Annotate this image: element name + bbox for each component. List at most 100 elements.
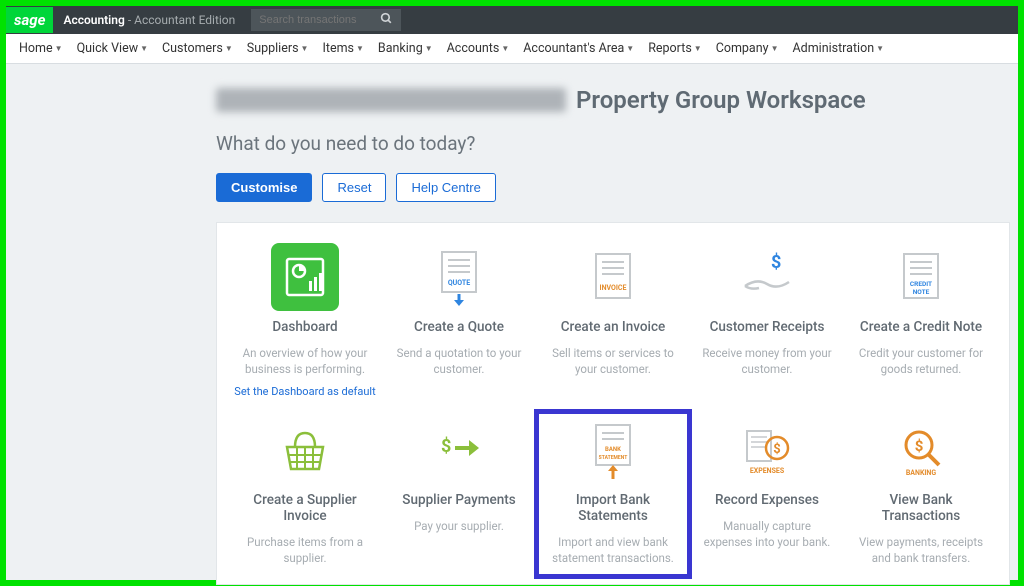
menu-label: Suppliers: [247, 41, 299, 56]
menu-item-customers[interactable]: Customers▼: [155, 41, 240, 56]
hero-area: Property Group Workspace What do you nee…: [6, 64, 1018, 202]
svg-text:CREDIT: CREDIT: [910, 280, 932, 288]
card-create-a-quote[interactable]: QUOTE Create a Quote Send a quotation to y…: [383, 239, 535, 408]
search-icon[interactable]: [380, 12, 393, 29]
menu-item-administration[interactable]: Administration▼: [785, 41, 891, 56]
credit-note-icon: CREDITNOTE: [896, 250, 946, 304]
svg-text:BANKING: BANKING: [906, 469, 937, 477]
chevron-down-icon: ▼: [55, 44, 63, 53]
brand-main: Accounting: [63, 13, 124, 27]
chevron-down-icon: ▼: [626, 44, 634, 53]
brand-sub: - Accountant Edition: [125, 13, 235, 27]
chevron-down-icon: ▼: [301, 44, 309, 53]
card-view-bank-transactions[interactable]: $ BANKING View Bank Transactions View payme…: [845, 412, 997, 576]
menu-item-accounts[interactable]: Accounts▼: [440, 41, 517, 56]
set-dashboard-default-link[interactable]: Set the Dashboard as default: [234, 385, 375, 398]
card-title: Create a Supplier Invoice: [233, 492, 377, 524]
banking-icon: $ BANKING: [891, 423, 951, 478]
menu-bar: Home▼Quick View▼Customers▼Suppliers▼Item…: [6, 34, 1018, 64]
card-description: Send a quotation to your customer.: [387, 345, 531, 377]
chevron-down-icon: ▼: [425, 44, 433, 53]
card-description: Credit your customer for goods returned.: [849, 345, 993, 377]
card-create-a-credit-note[interactable]: CREDITNOTECreate a Credit NoteCredit you…: [845, 239, 997, 408]
chevron-down-icon: ▼: [356, 44, 364, 53]
card-description: Receive money from your customer.: [695, 345, 839, 377]
dashboard-icon: [271, 243, 339, 311]
basket-icon: [275, 425, 335, 475]
chevron-down-icon: ▼: [140, 44, 148, 53]
svg-text:INVOICE: INVOICE: [600, 284, 627, 292]
card-description: Sell items or services to your customer.: [541, 345, 685, 377]
customer-receipts-icon: $: [737, 252, 797, 302]
card-title: View Bank Transactions: [849, 492, 993, 524]
menu-label: Reports: [648, 41, 692, 56]
card-description: An overview of how your business is perf…: [233, 345, 377, 377]
topbar: sage Accounting - Accountant Edition: [6, 6, 1018, 34]
menu-label: Quick View: [77, 41, 139, 56]
card-create-a-supplier-invoice[interactable]: Create a Supplier Invoice Purchase items …: [229, 412, 381, 576]
card-title: Create an Invoice: [561, 319, 666, 335]
hero-title-row: Property Group Workspace: [216, 86, 988, 114]
menu-item-items[interactable]: Items▼: [315, 41, 370, 56]
svg-text:$: $: [915, 437, 924, 455]
card-supplier-payments[interactable]: $ Supplier Payments Pay your supplier.: [383, 412, 535, 576]
brand-segment: Accounting - Accountant Edition: [53, 13, 245, 27]
menu-label: Banking: [378, 41, 423, 56]
quote-icon: QUOTE: [434, 248, 484, 306]
card-customer-receipts[interactable]: $ Customer Receipts Receive money from you…: [691, 239, 843, 408]
search-box[interactable]: [251, 9, 401, 31]
card-record-expenses[interactable]: $ EXPENSES Record Expenses Manually capture…: [691, 412, 843, 576]
menu-item-suppliers[interactable]: Suppliers▼: [240, 41, 316, 56]
chevron-down-icon: ▼: [225, 44, 233, 53]
redacted-company-name: [216, 88, 566, 112]
svg-text:$: $: [441, 436, 451, 457]
menu-label: Accounts: [447, 41, 500, 56]
menu-item-home[interactable]: Home▼: [12, 41, 70, 56]
menu-item-banking[interactable]: Banking▼: [371, 41, 440, 56]
chevron-down-icon: ▼: [694, 44, 702, 53]
card-description: Pay your supplier.: [408, 518, 510, 534]
hero-subtitle: What do you need to do today?: [216, 132, 988, 155]
card-description: View payments, receipts and bank transfe…: [849, 534, 993, 566]
action-grid: Dashboard An overview of how your busines…: [229, 239, 997, 576]
menu-label: Company: [716, 41, 769, 56]
chevron-down-icon: ▼: [771, 44, 779, 53]
card-title: Import Bank Statements: [541, 492, 685, 524]
card-title: Supplier Payments: [402, 492, 515, 508]
chevron-down-icon: ▼: [501, 44, 509, 53]
help-centre-button[interactable]: Help Centre: [396, 173, 495, 202]
menu-label: Home: [19, 41, 53, 56]
card-create-an-invoice[interactable]: INVOICE Create an Invoice Sell items or se…: [537, 239, 689, 408]
card-title: Customer Receipts: [710, 319, 825, 335]
menu-item-accountant-s-area[interactable]: Accountant's Area▼: [516, 41, 641, 56]
card-dashboard[interactable]: Dashboard An overview of how your busines…: [229, 239, 381, 408]
customise-button[interactable]: Customise: [216, 173, 312, 202]
menu-label: Administration: [792, 41, 874, 56]
invoice-icon: INVOICE: [588, 250, 638, 304]
payments-icon: $: [429, 430, 489, 470]
card-title: Create a Quote: [414, 319, 504, 335]
card-description: Import and view bank statement transacti…: [541, 534, 685, 566]
svg-text:NOTE: NOTE: [913, 288, 930, 296]
card-description: Manually capture expenses into your bank…: [695, 518, 839, 550]
search-input[interactable]: [259, 14, 369, 26]
card-import-bank-statements[interactable]: BANKSTATEMENT Import Bank Statements Impor…: [537, 412, 689, 576]
bank-statement-icon: BANKSTATEMENT: [588, 421, 638, 479]
sage-logo: sage: [6, 7, 53, 33]
card-title: Dashboard: [272, 319, 337, 335]
card-description: Purchase items from a supplier.: [233, 534, 377, 566]
menu-label: Items: [322, 41, 354, 56]
card-title: Record Expenses: [715, 492, 819, 508]
svg-text:$: $: [771, 252, 781, 273]
reset-button[interactable]: Reset: [322, 173, 386, 202]
menu-item-quick-view[interactable]: Quick View▼: [70, 41, 155, 56]
svg-text:EXPENSES: EXPENSES: [750, 467, 785, 475]
svg-text:QUOTE: QUOTE: [448, 279, 470, 287]
menu-item-company[interactable]: Company▼: [709, 41, 786, 56]
svg-text:$: $: [773, 442, 780, 457]
page-title: Property Group Workspace: [576, 86, 866, 114]
svg-text:STATEMENT: STATEMENT: [599, 455, 628, 461]
menu-label: Customers: [162, 41, 223, 56]
menu-item-reports[interactable]: Reports▼: [641, 41, 708, 56]
expenses-icon: $ EXPENSES: [737, 423, 797, 478]
